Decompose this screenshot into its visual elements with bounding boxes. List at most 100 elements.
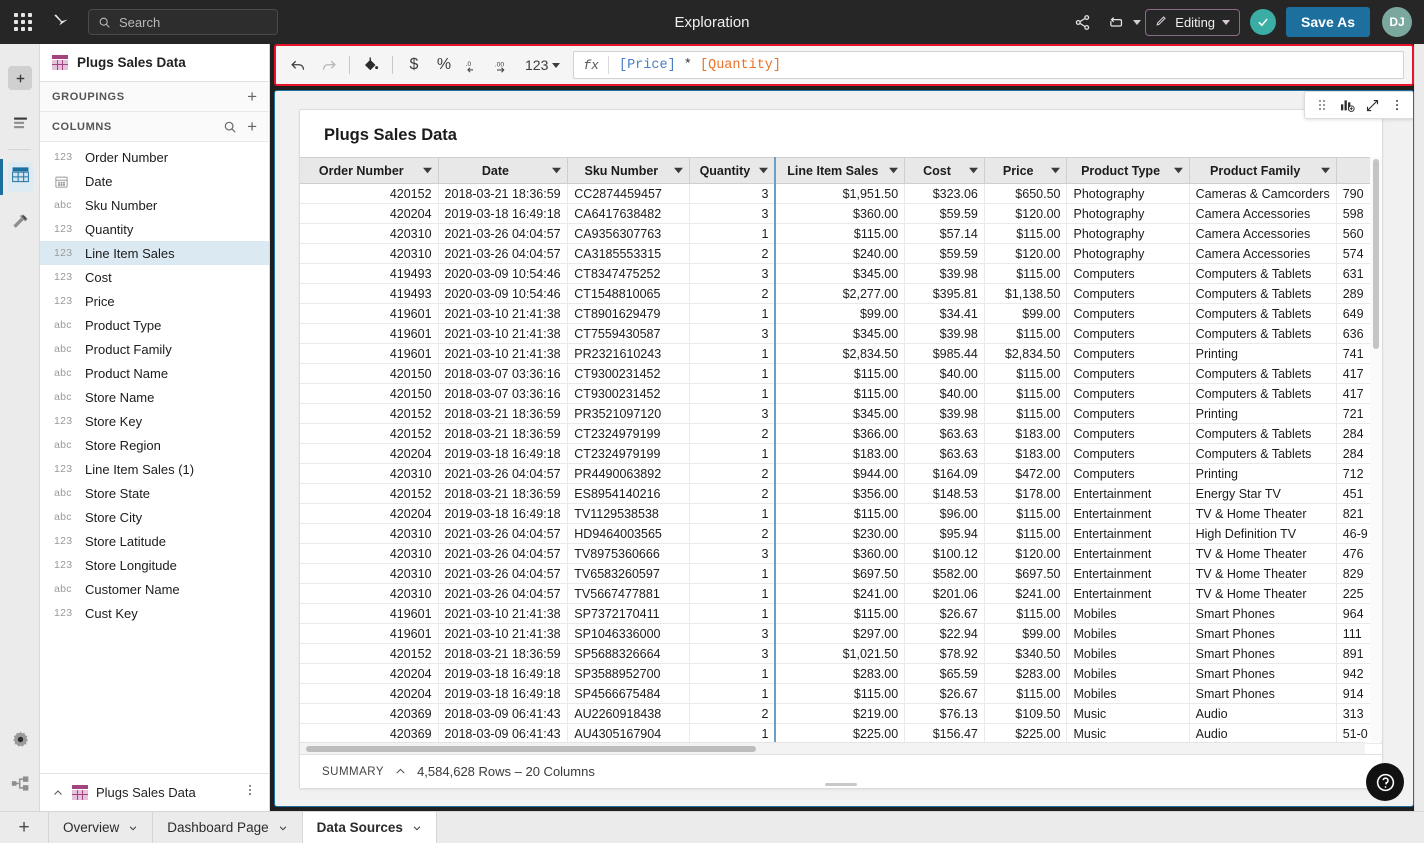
table-cell[interactable]: $164.09 — [904, 463, 985, 484]
table-cell[interactable]: $59.59 — [904, 243, 985, 264]
table-cell[interactable]: Computers — [1066, 263, 1190, 284]
table-cell[interactable]: $40.00 — [904, 363, 985, 384]
table-cell[interactable]: 420369 — [300, 723, 439, 744]
table-cell[interactable]: CT8347475252 — [567, 263, 691, 284]
table-cell[interactable]: $345.00 — [774, 323, 906, 344]
table-cell[interactable]: 1 — [689, 383, 776, 404]
table-cell[interactable]: CA6417638482 — [567, 203, 691, 224]
table-row[interactable]: 419601 2021-03-10 21:41:38 CT8901629479 1 $9… — [300, 303, 1382, 324]
table-cell[interactable]: 2018-03-09 06:41:43 — [438, 703, 569, 724]
dollar-icon[interactable]: $ — [400, 51, 428, 79]
table-cell[interactable]: Smart Phones — [1189, 603, 1337, 624]
table-cell[interactable]: 2018-03-21 18:36:59 — [438, 643, 569, 664]
column-list-item[interactable]: abc Product Family — [40, 337, 269, 361]
table-cell[interactable]: 2021-03-10 21:41:38 — [438, 623, 569, 644]
sort-caret-icon[interactable] — [759, 166, 769, 175]
column-list-item[interactable]: 123 Store Longitude — [40, 553, 269, 577]
table-cell[interactable]: $99.00 — [774, 303, 906, 324]
sort-caret-icon[interactable] — [552, 166, 562, 175]
table-row[interactable]: 420152 2018-03-21 18:36:59 CT2324979199 2 $3… — [300, 423, 1382, 444]
rail-wrench-icon[interactable] — [0, 199, 40, 243]
table-cell[interactable]: Photography — [1066, 203, 1190, 224]
page-tab[interactable]: Dashboard Page — [152, 812, 301, 843]
grid-column-header[interactable]: Order Number — [300, 157, 439, 184]
table-cell[interactable]: 2019-03-18 16:49:18 — [438, 503, 569, 524]
table-cell[interactable]: $297.00 — [774, 623, 906, 644]
table-cell[interactable]: $366.00 — [774, 423, 906, 444]
table-cell[interactable]: SP4566675484 — [567, 683, 691, 704]
table-cell[interactable]: 2021-03-10 21:41:38 — [438, 603, 569, 624]
table-cell[interactable]: $115.00 — [984, 603, 1068, 624]
table-cell[interactable]: 2 — [689, 423, 776, 444]
table-row[interactable]: 419493 2020-03-09 10:54:46 CT1548810065 2 $2… — [300, 283, 1382, 304]
table-cell[interactable]: Computers & Tablets — [1189, 443, 1337, 464]
table-cell[interactable]: 419601 — [300, 623, 439, 644]
column-list-item[interactable]: abc Store City — [40, 505, 269, 529]
table-cell[interactable]: $115.00 — [984, 263, 1068, 284]
rail-add-button[interactable] — [0, 56, 40, 100]
drag-handle-icon[interactable] — [1311, 94, 1333, 116]
column-list-item[interactable]: Date — [40, 169, 269, 193]
table-cell[interactable]: 2021-03-10 21:41:38 — [438, 303, 569, 324]
chevron-down-icon[interactable] — [1133, 19, 1142, 25]
table-cell[interactable]: 1 — [689, 663, 776, 684]
chevron-down-icon[interactable] — [278, 823, 288, 833]
grid-column-header[interactable]: Cost — [904, 157, 985, 184]
column-list-item[interactable]: 123 Price — [40, 289, 269, 313]
table-cell[interactable]: 2 — [689, 523, 776, 544]
table-cell[interactable]: 419601 — [300, 603, 439, 624]
editing-mode-chip[interactable]: Editing — [1145, 8, 1241, 36]
table-cell[interactable]: 420152 — [300, 643, 439, 664]
table-cell[interactable]: TV1129538538 — [567, 503, 691, 524]
table-cell[interactable]: Energy Star TV — [1189, 483, 1337, 504]
table-row[interactable]: 420152 2018-03-21 18:36:59 CC2874459457 3 $1… — [300, 183, 1382, 204]
chevron-down-icon[interactable] — [412, 823, 422, 833]
table-cell[interactable]: 420310 — [300, 583, 439, 604]
table-cell[interactable]: 2 — [689, 483, 776, 504]
table-row[interactable]: 420204 2019-03-18 16:49:18 SP4566675484 1 $1… — [300, 683, 1382, 704]
sort-caret-icon[interactable] — [422, 166, 432, 175]
table-row[interactable]: 420152 2018-03-21 18:36:59 SP5688326664 3 $1… — [300, 643, 1382, 664]
add-page-button[interactable]: + — [0, 812, 48, 843]
table-cell[interactable]: Camera Accessories — [1189, 203, 1337, 224]
table-cell[interactable]: CA9356307763 — [567, 223, 691, 244]
table-cell[interactable]: TV & Home Theater — [1189, 583, 1337, 604]
rail-table-icon[interactable] — [0, 155, 40, 199]
table-cell[interactable]: $63.63 — [904, 423, 985, 444]
table-cell[interactable]: $582.00 — [904, 563, 985, 584]
table-cell[interactable]: 3 — [689, 643, 776, 664]
save-as-button[interactable]: Save As — [1286, 7, 1370, 37]
table-cell[interactable]: $34.41 — [904, 303, 985, 324]
table-cell[interactable]: 420310 — [300, 543, 439, 564]
table-cell[interactable]: $944.00 — [774, 463, 906, 484]
table-row[interactable]: 420150 2018-03-07 03:36:16 CT9300231452 1 $1… — [300, 363, 1382, 384]
table-cell[interactable]: $115.00 — [984, 403, 1068, 424]
table-cell[interactable]: CT8901629479 — [567, 303, 691, 324]
sort-caret-icon[interactable] — [968, 166, 978, 175]
chevron-up-icon[interactable] — [52, 787, 64, 799]
decimal-decrease-icon[interactable]: .0 — [460, 51, 488, 79]
table-cell[interactable]: PR3521097120 — [567, 403, 691, 424]
table-cell[interactable]: Printing — [1189, 403, 1337, 424]
table-cell[interactable]: 3 — [689, 183, 776, 204]
table-cell[interactable]: $225.00 — [984, 723, 1068, 744]
chevron-down-icon[interactable] — [128, 823, 138, 833]
share-icon[interactable] — [1067, 7, 1097, 37]
table-cell[interactable]: 2 — [689, 463, 776, 484]
table-cell[interactable]: 420152 — [300, 423, 439, 444]
table-cell[interactable]: $241.00 — [774, 583, 906, 604]
table-cell[interactable]: $183.00 — [984, 423, 1068, 444]
chevron-up-icon[interactable] — [394, 765, 407, 778]
table-cell[interactable]: $283.00 — [984, 663, 1068, 684]
table-cell[interactable]: Smart Phones — [1189, 663, 1337, 684]
table-cell[interactable]: 419601 — [300, 323, 439, 344]
table-cell[interactable]: 1 — [689, 503, 776, 524]
table-cell[interactable]: 2021-03-26 04:04:57 — [438, 223, 569, 244]
table-cell[interactable]: Audio — [1189, 723, 1337, 744]
table-row[interactable]: 420152 2018-03-21 18:36:59 PR3521097120 3 $3… — [300, 403, 1382, 424]
grid-column-header[interactable]: Price — [984, 157, 1068, 184]
columns-search-icon[interactable] — [223, 120, 237, 134]
table-row[interactable]: 419601 2021-03-10 21:41:38 SP7372170411 1 $1… — [300, 603, 1382, 624]
table-cell[interactable]: 2 — [689, 243, 776, 264]
table-cell[interactable]: 2019-03-18 16:49:18 — [438, 663, 569, 684]
